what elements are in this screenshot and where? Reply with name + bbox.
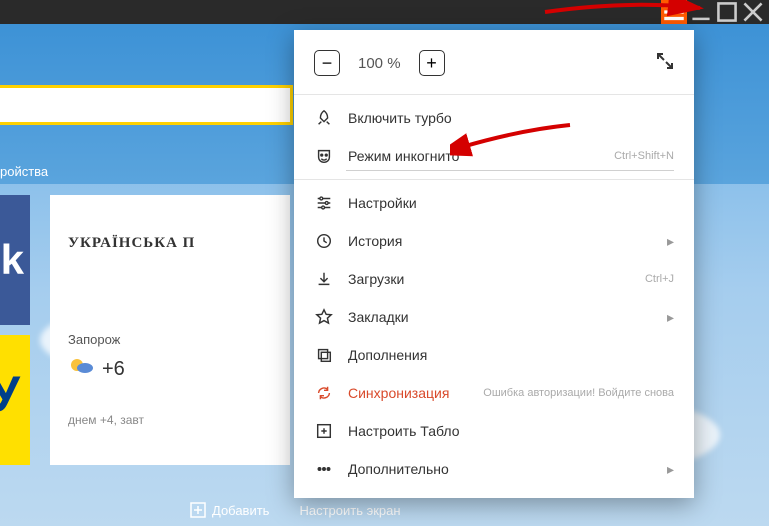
tile-social[interactable]: ok — [0, 195, 30, 325]
tile-news[interactable]: УКРАЇНСЬКА П Запорож +6 днем +4, завт — [50, 195, 290, 465]
sync-icon — [314, 383, 334, 403]
menu-label: Режим инкогнито — [348, 148, 600, 164]
configure-screen-button[interactable]: Настроить экран — [299, 502, 400, 518]
minimize-button[interactable] — [689, 2, 713, 22]
menu-item-incognito[interactable]: Режим инкогнито Ctrl+Shift+N — [294, 137, 694, 175]
sliders-icon — [314, 193, 334, 213]
menu-item-configure-tableau[interactable]: Настроить Табло — [294, 412, 694, 450]
sync-error-text: Ошибка авторизации! Войдите снова — [483, 387, 674, 399]
weather-icon — [68, 355, 96, 383]
menu-item-more[interactable]: Дополнительно ▸ — [294, 450, 694, 488]
menu-label: Настройки — [348, 195, 674, 211]
weather-city: Запорож — [68, 332, 272, 347]
chevron-right-icon: ▸ — [667, 233, 674, 250]
main-menu-dropdown: − 100 % + Включить турбо Режим инкогнито… — [294, 30, 694, 498]
zoom-row: − 100 % + — [294, 44, 694, 90]
zoom-value: 100 % — [358, 55, 401, 72]
menu-item-sync[interactable]: Синхронизация Ошибка авторизации! Войдит… — [294, 374, 694, 412]
configure-label: Настроить экран — [299, 503, 400, 518]
news-title: УКРАЇНСЬКА П — [68, 235, 272, 252]
menu-separator — [294, 179, 694, 180]
menu-label: Дополнения — [348, 347, 674, 363]
bottom-bar: Добавить Настроить экран — [190, 502, 401, 518]
clock-icon — [314, 231, 334, 251]
menu-label: Закладки — [348, 309, 653, 325]
window-titlebar — [0, 0, 769, 24]
weather-forecast: днем +4, завт — [68, 413, 272, 427]
tile-ukraine-label: У — [0, 365, 20, 423]
chevron-right-icon: ▸ — [667, 461, 674, 478]
menu-separator — [294, 94, 694, 95]
tile-ukraine[interactable]: У — [0, 335, 30, 465]
star-icon — [314, 307, 334, 327]
menu-item-settings[interactable]: Настройки — [294, 184, 694, 222]
menu-label: Настроить Табло — [348, 423, 674, 439]
fullscreen-button[interactable] — [656, 52, 674, 75]
add-label: Добавить — [212, 503, 269, 518]
menu-label: Дополнительно — [348, 461, 653, 477]
zoom-out-button[interactable]: − — [314, 50, 340, 76]
add-tile-icon — [314, 421, 334, 441]
page-text-fragment: ройства — [0, 164, 48, 179]
hamburger-menu-button[interactable] — [661, 0, 687, 24]
mask-icon — [314, 146, 334, 166]
weather-now: +6 — [68, 355, 272, 383]
menu-label: История — [348, 233, 653, 249]
close-button[interactable] — [741, 2, 765, 22]
menu-item-bookmarks[interactable]: Закладки ▸ — [294, 298, 694, 336]
zoom-in-button[interactable]: + — [419, 50, 445, 76]
rocket-icon — [314, 108, 334, 128]
menu-item-turbo[interactable]: Включить турбо — [294, 99, 694, 137]
menu-item-downloads[interactable]: Загрузки Ctrl+J — [294, 260, 694, 298]
maximize-button[interactable] — [715, 2, 739, 22]
tile-social-label: ok — [0, 236, 24, 284]
stack-icon — [314, 345, 334, 365]
menu-label: Включить турбо — [348, 110, 674, 126]
add-tile-button[interactable]: Добавить — [190, 502, 269, 518]
download-icon — [314, 269, 334, 289]
chevron-right-icon: ▸ — [667, 309, 674, 326]
menu-shortcut: Ctrl+Shift+N — [614, 150, 674, 162]
search-bar[interactable] — [0, 88, 290, 122]
menu-label: Загрузки — [348, 271, 631, 287]
menu-item-addons[interactable]: Дополнения — [294, 336, 694, 374]
menu-label: Синхронизация — [348, 385, 469, 401]
menu-item-history[interactable]: История ▸ — [294, 222, 694, 260]
ellipsis-icon — [314, 459, 334, 479]
menu-shortcut: Ctrl+J — [645, 273, 674, 285]
menu-underline — [346, 170, 674, 171]
weather-temp: +6 — [102, 358, 125, 381]
